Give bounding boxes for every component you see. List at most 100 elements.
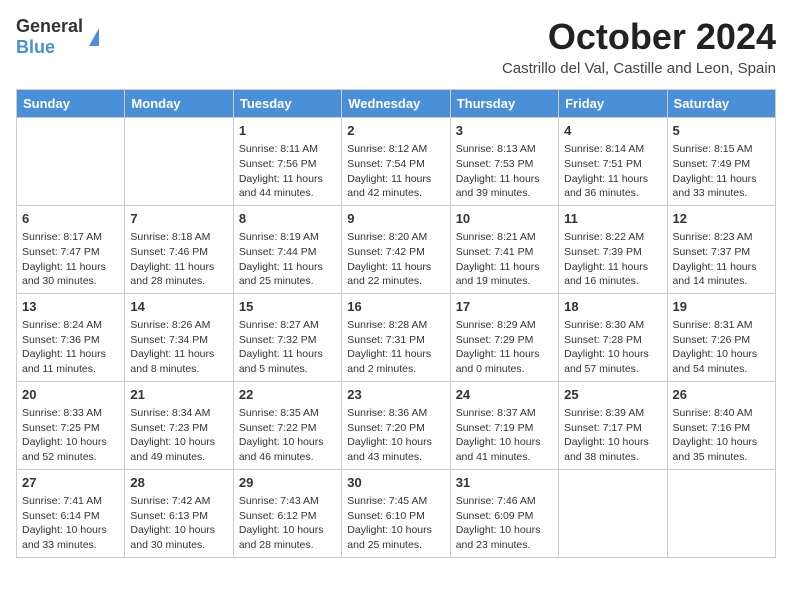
day-number: 13 — [22, 298, 119, 316]
day-info: Sunrise: 8:29 AMSunset: 7:29 PMDaylight:… — [456, 318, 553, 377]
day-info: Sunrise: 8:33 AMSunset: 7:25 PMDaylight:… — [22, 406, 119, 465]
calendar-cell: 27Sunrise: 7:41 AMSunset: 6:14 PMDayligh… — [17, 469, 125, 557]
calendar-header-sunday: Sunday — [17, 90, 125, 118]
day-number: 29 — [239, 474, 336, 492]
calendar-cell: 15 Sunrise: 8:27 AMSunset: 7:32 PMDayligh… — [233, 293, 341, 381]
day-info: Sunrise: 8:31 AMSunset: 7:26 PMDaylight:… — [673, 318, 770, 377]
calendar-week-5: 27Sunrise: 7:41 AMSunset: 6:14 PMDayligh… — [17, 469, 776, 557]
day-info: Sunrise: 8:28 AMSunset: 7:31 PMDaylight:… — [347, 318, 444, 377]
day-info: Sunrise: 8:13 AMSunset: 7:53 PMDaylight:… — [456, 142, 553, 201]
day-number: 7 — [130, 210, 227, 228]
day-info: Sunrise: 8:34 AMSunset: 7:23 PMDaylight:… — [130, 406, 227, 465]
calendar-cell: 16Sunrise: 8:28 AMSunset: 7:31 PMDayligh… — [342, 293, 450, 381]
calendar-cell: 10 Sunrise: 8:21 AMSunset: 7:41 PMDayligh… — [450, 205, 558, 293]
day-info: Sunrise: 8:18 AMSunset: 7:46 PMDaylight:… — [130, 230, 227, 289]
day-info: Sunrise: 8:21 AMSunset: 7:41 PMDaylight:… — [456, 230, 553, 289]
calendar-header-friday: Friday — [559, 90, 667, 118]
calendar-cell — [667, 469, 775, 557]
calendar-cell: 24Sunrise: 8:37 AMSunset: 7:19 PMDayligh… — [450, 381, 558, 469]
calendar-cell: 21Sunrise: 8:34 AMSunset: 7:23 PMDayligh… — [125, 381, 233, 469]
day-info: Sunrise: 8:20 AMSunset: 7:42 PMDaylight:… — [347, 230, 444, 289]
day-info: Sunrise: 8:14 AMSunset: 7:51 PMDaylight:… — [564, 142, 661, 201]
calendar-week-4: 20 Sunrise: 8:33 AMSunset: 7:25 PMDayligh… — [17, 381, 776, 469]
calendar-cell — [125, 118, 233, 206]
day-number: 12 — [673, 210, 770, 228]
day-info: Sunrise: 8:35 AMSunset: 7:22 PMDaylight:… — [239, 406, 336, 465]
day-info: Sunrise: 7:43 AMSunset: 6:12 PMDaylight:… — [239, 494, 336, 553]
day-number: 23 — [347, 386, 444, 404]
calendar-cell: 3 Sunrise: 8:13 AMSunset: 7:53 PMDaylight… — [450, 118, 558, 206]
day-number: 8 — [239, 210, 336, 228]
day-number: 15 — [239, 298, 336, 316]
day-info: Sunrise: 8:23 AMSunset: 7:37 PMDaylight:… — [673, 230, 770, 289]
calendar-cell: 8 Sunrise: 8:19 AMSunset: 7:44 PMDaylight… — [233, 205, 341, 293]
calendar-cell: 23 Sunrise: 8:36 AMSunset: 7:20 PMDayligh… — [342, 381, 450, 469]
day-number: 10 — [456, 210, 553, 228]
day-info: Sunrise: 7:45 AMSunset: 6:10 PMDaylight:… — [347, 494, 444, 553]
logo-general: General — [16, 16, 83, 36]
day-info: Sunrise: 7:41 AMSunset: 6:14 PMDaylight:… — [22, 494, 119, 553]
day-number: 25 — [564, 386, 661, 404]
calendar-cell: 31 Sunrise: 7:46 AMSunset: 6:09 PMDayligh… — [450, 469, 558, 557]
calendar-cell — [17, 118, 125, 206]
calendar-cell: 1Sunrise: 8:11 AMSunset: 7:56 PMDaylight… — [233, 118, 341, 206]
day-info: Sunrise: 8:30 AMSunset: 7:28 PMDaylight:… — [564, 318, 661, 377]
title-area: October 2024 Castrillo del Val, Castille… — [502, 16, 776, 77]
day-info: Sunrise: 8:11 AMSunset: 7:56 PMDaylight:… — [239, 142, 336, 201]
calendar-cell: 29 Sunrise: 7:43 AMSunset: 6:12 PMDayligh… — [233, 469, 341, 557]
day-number: 5 — [673, 122, 770, 140]
calendar-cell: 14 Sunrise: 8:26 AMSunset: 7:34 PMDayligh… — [125, 293, 233, 381]
day-info: Sunrise: 8:36 AMSunset: 7:20 PMDaylight:… — [347, 406, 444, 465]
calendar-cell: 5 Sunrise: 8:15 AMSunset: 7:49 PMDaylight… — [667, 118, 775, 206]
day-info: Sunrise: 7:46 AMSunset: 6:09 PMDaylight:… — [456, 494, 553, 553]
day-info: Sunrise: 7:42 AMSunset: 6:13 PMDaylight:… — [130, 494, 227, 553]
day-number: 14 — [130, 298, 227, 316]
calendar-cell: 6 Sunrise: 8:17 AMSunset: 7:47 PMDaylight… — [17, 205, 125, 293]
day-info: Sunrise: 8:39 AMSunset: 7:17 PMDaylight:… — [564, 406, 661, 465]
calendar-cell: 9Sunrise: 8:20 AMSunset: 7:42 PMDaylight… — [342, 205, 450, 293]
calendar-header-thursday: Thursday — [450, 90, 558, 118]
calendar-cell: 26 Sunrise: 8:40 AMSunset: 7:16 PMDayligh… — [667, 381, 775, 469]
day-number: 26 — [673, 386, 770, 404]
calendar-cell: 13Sunrise: 8:24 AMSunset: 7:36 PMDayligh… — [17, 293, 125, 381]
day-info: Sunrise: 8:17 AMSunset: 7:47 PMDaylight:… — [22, 230, 119, 289]
day-info: Sunrise: 8:19 AMSunset: 7:44 PMDaylight:… — [239, 230, 336, 289]
month-title: October 2024 — [502, 16, 776, 58]
calendar-cell: 11Sunrise: 8:22 AMSunset: 7:39 PMDayligh… — [559, 205, 667, 293]
calendar-week-1: 1Sunrise: 8:11 AMSunset: 7:56 PMDaylight… — [17, 118, 776, 206]
day-number: 19 — [673, 298, 770, 316]
calendar-header-row: SundayMondayTuesdayWednesdayThursdayFrid… — [17, 90, 776, 118]
calendar-header-saturday: Saturday — [667, 90, 775, 118]
calendar-cell: 19 Sunrise: 8:31 AMSunset: 7:26 PMDayligh… — [667, 293, 775, 381]
location-subtitle: Castrillo del Val, Castille and Leon, Sp… — [502, 60, 776, 77]
logo-triangle-icon — [89, 28, 99, 46]
day-number: 30 — [347, 474, 444, 492]
day-number: 28 — [130, 474, 227, 492]
logo-text: General Blue — [16, 16, 83, 58]
calendar-header-wednesday: Wednesday — [342, 90, 450, 118]
logo: General Blue — [16, 16, 99, 58]
day-info: Sunrise: 8:27 AMSunset: 7:32 PMDaylight:… — [239, 318, 336, 377]
day-info: Sunrise: 8:37 AMSunset: 7:19 PMDaylight:… — [456, 406, 553, 465]
calendar-cell: 25 Sunrise: 8:39 AMSunset: 7:17 PMDayligh… — [559, 381, 667, 469]
day-number: 3 — [456, 122, 553, 140]
header: General Blue October 2024 Castrillo del … — [16, 16, 776, 77]
calendar-cell: 20 Sunrise: 8:33 AMSunset: 7:25 PMDayligh… — [17, 381, 125, 469]
calendar-cell: 4Sunrise: 8:14 AMSunset: 7:51 PMDaylight… — [559, 118, 667, 206]
day-number: 22 — [239, 386, 336, 404]
day-number: 20 — [22, 386, 119, 404]
calendar-cell: 12 Sunrise: 8:23 AMSunset: 7:37 PMDayligh… — [667, 205, 775, 293]
calendar-cell: 2 Sunrise: 8:12 AMSunset: 7:54 PMDaylight… — [342, 118, 450, 206]
day-number: 6 — [22, 210, 119, 228]
calendar-cell: 28 Sunrise: 7:42 AMSunset: 6:13 PMDayligh… — [125, 469, 233, 557]
calendar-cell: 17Sunrise: 8:29 AMSunset: 7:29 PMDayligh… — [450, 293, 558, 381]
day-info: Sunrise: 8:12 AMSunset: 7:54 PMDaylight:… — [347, 142, 444, 201]
logo-blue: Blue — [16, 37, 55, 57]
day-number: 2 — [347, 122, 444, 140]
day-number: 31 — [456, 474, 553, 492]
day-info: Sunrise: 8:40 AMSunset: 7:16 PMDaylight:… — [673, 406, 770, 465]
calendar-table: SundayMondayTuesdayWednesdayThursdayFrid… — [16, 89, 776, 558]
day-info: Sunrise: 8:15 AMSunset: 7:49 PMDaylight:… — [673, 142, 770, 201]
day-info: Sunrise: 8:22 AMSunset: 7:39 PMDaylight:… — [564, 230, 661, 289]
day-info: Sunrise: 8:26 AMSunset: 7:34 PMDaylight:… — [130, 318, 227, 377]
